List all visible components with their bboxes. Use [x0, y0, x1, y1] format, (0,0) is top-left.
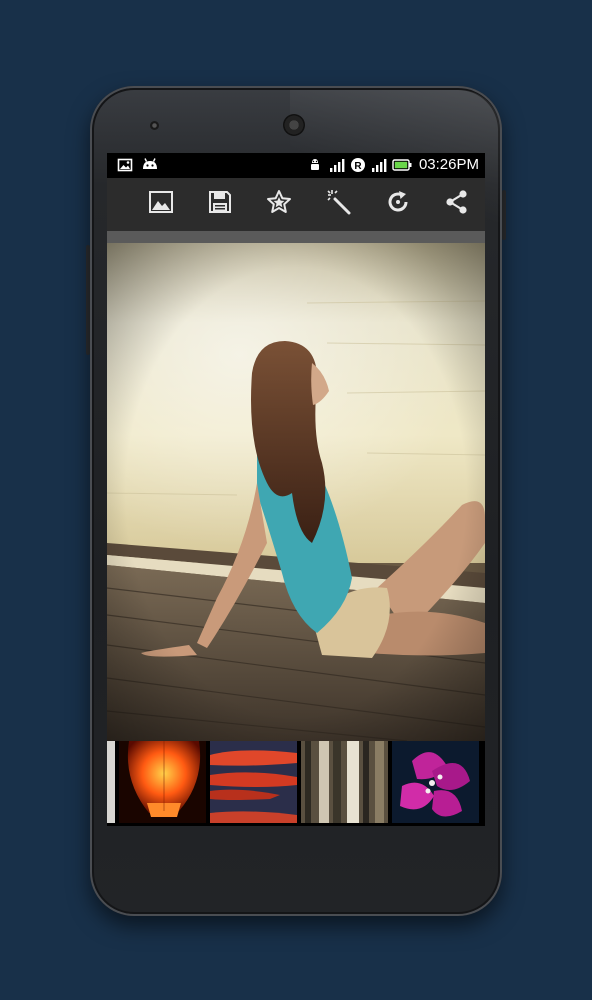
- favorite-button[interactable]: [252, 178, 307, 231]
- refresh-icon: [385, 189, 411, 220]
- favorite-icon: [266, 189, 292, 220]
- screen: R 03:26PM: [107, 153, 485, 826]
- status-bar: R 03:26PM: [107, 153, 485, 178]
- refresh-button[interactable]: [370, 178, 425, 231]
- thumbnail-partial[interactable]: [107, 741, 115, 823]
- earpiece-speaker: [283, 114, 305, 136]
- battery-icon: [392, 157, 412, 173]
- roaming-icon: R: [350, 157, 366, 173]
- front-camera: [150, 121, 159, 130]
- magic-wand-button[interactable]: [311, 178, 366, 231]
- status-time: 03:26PM: [418, 156, 479, 173]
- signal-icon: [329, 157, 345, 173]
- thumbnail-forest-trees[interactable]: [301, 741, 388, 823]
- image-icon: [117, 157, 133, 173]
- thumbnail-strip: [107, 741, 485, 826]
- main-photo: [107, 243, 485, 741]
- thumbnail-sky-lantern[interactable]: [119, 741, 206, 823]
- data-transfer-icon: [308, 157, 324, 173]
- toolbar-divider: [107, 231, 485, 243]
- android-icon: [141, 157, 157, 173]
- save-button[interactable]: [192, 178, 247, 231]
- svg-text:R: R: [354, 161, 362, 172]
- gallery-icon: [148, 190, 174, 219]
- signal-icon: [371, 157, 387, 173]
- gallery-button[interactable]: [133, 178, 188, 231]
- save-icon: [208, 190, 232, 219]
- stage: R 03:26PM: [0, 0, 592, 1000]
- magic-wand-icon: [326, 189, 352, 220]
- power-button: [502, 190, 506, 240]
- thumbnail-pink-flower[interactable]: [392, 741, 479, 823]
- toolbar: [107, 178, 485, 231]
- thumbnail-red-sunset-clouds[interactable]: [210, 741, 297, 823]
- share-icon: [444, 189, 470, 220]
- share-button[interactable]: [430, 178, 485, 231]
